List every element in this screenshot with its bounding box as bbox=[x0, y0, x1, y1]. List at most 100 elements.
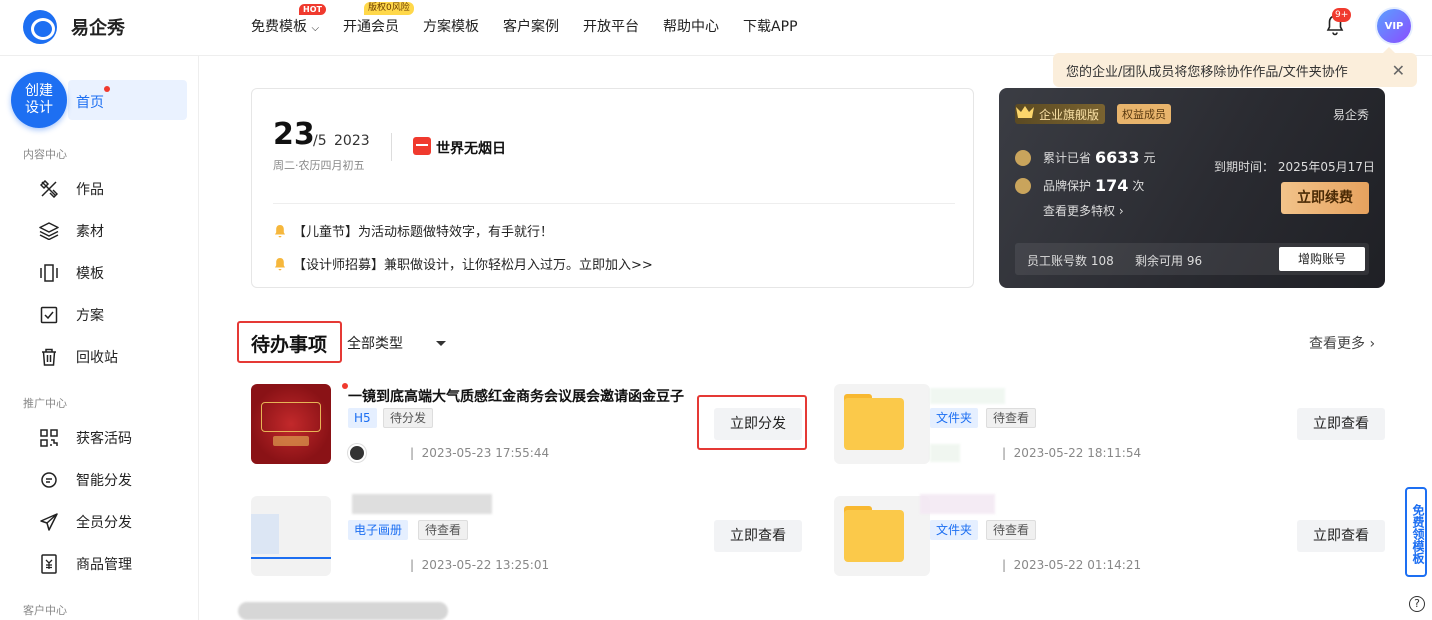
logo-icon[interactable] bbox=[23, 10, 57, 44]
date-year: 2023 bbox=[334, 133, 370, 149]
product-icon bbox=[38, 553, 60, 575]
status-tag: 待查看 bbox=[986, 408, 1037, 428]
sidebar-item-label: 方案 bbox=[76, 308, 104, 324]
vip-brand: 易企秀 bbox=[1332, 108, 1369, 122]
sidebar-item-home[interactable]: 首页 bbox=[68, 80, 187, 120]
date-month: /5 bbox=[313, 133, 327, 149]
shield-icon bbox=[1015, 177, 1031, 194]
view-more-privileges-link[interactable]: 查看更多特权 › bbox=[1043, 202, 1124, 219]
app-name[interactable]: 易企秀 bbox=[71, 14, 125, 40]
notice-text: 【设计师招募】兼职做设计，让你轻松月入过万。立即加入>> bbox=[293, 258, 653, 273]
member-tag: 权益成员 bbox=[1117, 104, 1171, 124]
protect-unit: 次 bbox=[1132, 179, 1145, 193]
divider bbox=[273, 203, 955, 204]
view-now-button[interactable]: 立即查看 bbox=[1297, 520, 1385, 552]
create-design-button[interactable]: 创建 设计 bbox=[11, 72, 67, 128]
item-title[interactable]: 一镜到底高端大气质感红金商务会议展会邀请函金豆子 bbox=[348, 386, 684, 406]
works-icon bbox=[38, 178, 60, 200]
money-bag-icon bbox=[1015, 149, 1031, 166]
item-time-text: 2023-05-22 13:25:01 bbox=[421, 558, 550, 572]
buy-accounts-button[interactable]: 增购账号 bbox=[1279, 247, 1365, 271]
free-template-float-button[interactable]: 免费领模板 bbox=[1405, 487, 1427, 577]
nav-plan-templates[interactable]: 方案模板 bbox=[423, 16, 479, 36]
help-icon[interactable]: ? bbox=[1409, 596, 1425, 612]
item-time: | 2023-05-22 01:14:21 bbox=[1002, 558, 1142, 572]
invitation-frame bbox=[261, 402, 321, 432]
nav-download-app[interactable]: 下载APP bbox=[743, 16, 797, 36]
sidebar-item-recycle-bin[interactable]: 回收站 bbox=[38, 346, 118, 368]
sidebar-item-product-management[interactable]: 商品管理 bbox=[38, 553, 132, 575]
notice-children-day[interactable]: 【儿童节】为活动标题做特效字，有手就行！ bbox=[273, 221, 553, 240]
avatar[interactable]: VIP bbox=[1377, 9, 1411, 43]
type-filter-select[interactable]: 全部类型 bbox=[347, 333, 403, 353]
sidebar-item-all-staff-distribution[interactable]: 全员分发 bbox=[38, 511, 132, 533]
renew-button[interactable]: 立即续费 bbox=[1281, 182, 1369, 214]
saved-amount: 累计已省 6633 元 bbox=[1015, 148, 1156, 167]
invitation-ribbon bbox=[273, 436, 309, 446]
create-label-line1: 创建 bbox=[25, 83, 53, 99]
sidebar-item-templates[interactable]: 模板 bbox=[38, 262, 104, 284]
nav-help-center[interactable]: 帮助中心 bbox=[663, 16, 719, 36]
unread-dot bbox=[104, 86, 110, 92]
view-now-button[interactable]: 立即查看 bbox=[1297, 408, 1385, 440]
sidebar-item-plans[interactable]: 方案 bbox=[38, 304, 104, 326]
protect-label: 品牌保护 bbox=[1043, 179, 1092, 193]
sidebar-item-lead-qrcode[interactable]: 获客活码 bbox=[38, 427, 132, 449]
saved-label: 累计已省 bbox=[1043, 151, 1092, 165]
chevron-down-icon: ⌵ bbox=[311, 23, 320, 34]
nav-label: 免费模板 bbox=[251, 19, 307, 35]
protect-value: 174 bbox=[1095, 176, 1129, 195]
date-card: 23 /5 2023 周二·农历四月初五 世界无烟日 【儿童节】为活动标题做特效… bbox=[251, 88, 974, 288]
item-thumbnail[interactable] bbox=[251, 496, 331, 576]
folder-thumbnail[interactable] bbox=[834, 496, 930, 576]
hot-badge: HOT bbox=[299, 4, 326, 15]
nav-free-templates[interactable]: 免费模板 ⌵ HOT bbox=[251, 4, 326, 36]
sidebar-item-smart-distribution[interactable]: 智能分发 bbox=[38, 469, 132, 491]
saved-unit: 元 bbox=[1143, 151, 1156, 165]
collab-removed-tooltip: 您的企业/团队成员将您移除协作作品/文件夹协作 ✕ bbox=[1053, 47, 1417, 87]
section-customer-center: 客户中心 bbox=[23, 604, 67, 617]
bell-icon bbox=[275, 224, 285, 237]
nav-label: 开通会员 bbox=[343, 19, 400, 35]
layers-icon bbox=[38, 220, 60, 242]
divider bbox=[391, 133, 392, 161]
redacted-next-row bbox=[238, 602, 448, 620]
close-icon[interactable]: ✕ bbox=[1392, 61, 1405, 80]
item-time: | 2023-05-22 18:11:54 bbox=[1002, 446, 1142, 460]
section-content-center: 内容中心 bbox=[23, 148, 67, 161]
status-tag: 待分发 bbox=[383, 408, 434, 428]
festival-name: 世界无烟日 bbox=[436, 141, 506, 157]
distribute-now-button[interactable]: 立即分发 bbox=[714, 408, 802, 440]
sidebar-item-materials[interactable]: 素材 bbox=[38, 220, 104, 242]
item-thumbnail[interactable] bbox=[251, 384, 331, 464]
lunar-date: 周二·农历四月初五 bbox=[273, 159, 365, 172]
nav-open-platform[interactable]: 开放平台 bbox=[583, 16, 639, 36]
send-icon bbox=[38, 511, 60, 533]
staff-count: 员工账号数 108 bbox=[1027, 254, 1114, 268]
nav-customer-cases[interactable]: 客户案例 bbox=[503, 16, 559, 36]
folder-icon bbox=[844, 398, 904, 450]
view-now-button[interactable]: 立即查看 bbox=[714, 520, 802, 552]
sidebar: 首页 创建 设计 内容中心 作品 素材 模板 方案 回收站 推广中心 获客活码 … bbox=[0, 56, 199, 620]
avatar bbox=[348, 444, 366, 462]
sidebar-item-label: 素材 bbox=[76, 224, 104, 240]
section-promotion-center: 推广中心 bbox=[23, 397, 67, 410]
nav-membership[interactable]: 开通会员 版权0风险 bbox=[343, 2, 414, 36]
sidebar-item-label: 商品管理 bbox=[76, 557, 132, 573]
item-time-text: 2023-05-22 18:11:54 bbox=[1013, 446, 1142, 460]
status-tag: 待查看 bbox=[986, 520, 1037, 540]
expire-date: 到期时间： 2025年05月17日 bbox=[1214, 160, 1375, 174]
folder-thumbnail[interactable] bbox=[834, 384, 930, 464]
sidebar-item-label: 模板 bbox=[76, 266, 104, 282]
notice-designer-recruit[interactable]: 【设计师招募】兼职做设计，让你轻松月入过万。立即加入>> bbox=[273, 254, 653, 273]
saved-value: 6633 bbox=[1095, 148, 1140, 167]
sidebar-item-label: 智能分发 bbox=[76, 473, 132, 489]
view-more-link[interactable]: 查看更多 › bbox=[1309, 333, 1375, 353]
caret-down-icon[interactable] bbox=[436, 341, 446, 346]
copyright-badge: 版权0风险 bbox=[364, 2, 414, 15]
sidebar-item-works[interactable]: 作品 bbox=[38, 178, 104, 200]
bell-icon bbox=[275, 257, 285, 270]
sidebar-item-label: 作品 bbox=[76, 182, 104, 198]
todo-section-title: 待办事项 bbox=[237, 321, 342, 363]
album-underline bbox=[251, 557, 331, 559]
